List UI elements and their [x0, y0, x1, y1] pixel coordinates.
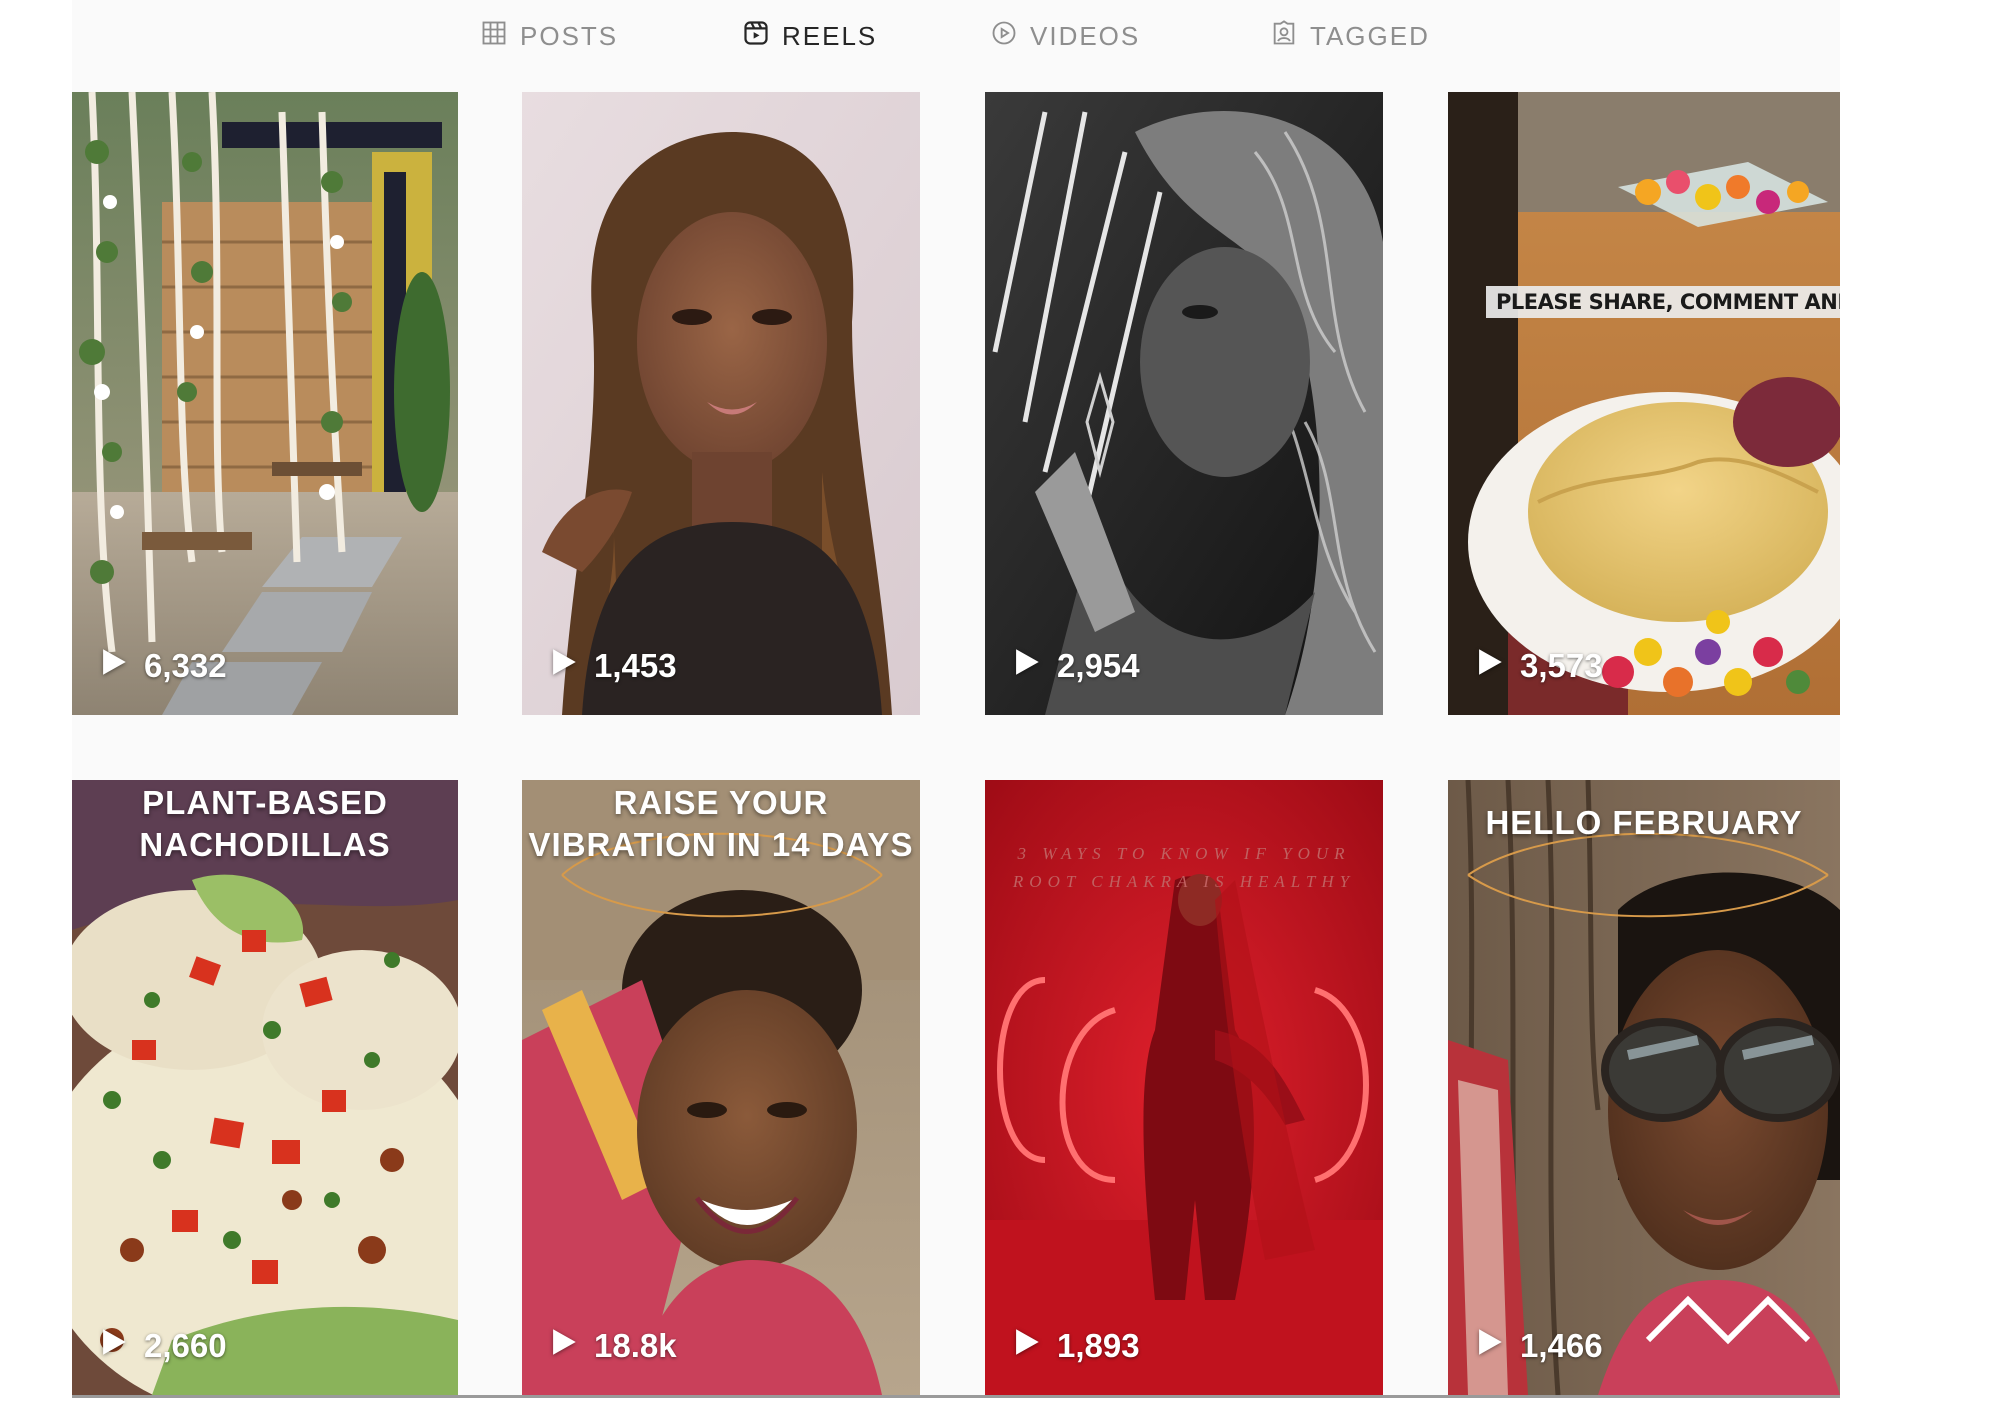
reel-thumbnail	[1448, 780, 1840, 1395]
view-count: 3,573	[1472, 645, 1603, 687]
reel-thumbnail	[1448, 92, 1840, 715]
play-icon	[1009, 645, 1043, 687]
reel-tile[interactable]: HELLO FEBRUARY 1,466	[1448, 780, 1840, 1395]
tab-tagged[interactable]: TAGGED	[1270, 14, 1430, 58]
reel-tile[interactable]: PLANT-BASED NACHODILLAS 2,660	[72, 780, 458, 1395]
reel-thumbnail	[522, 780, 920, 1395]
overlay-caption: PLANT-BASED NACHODILLAS	[139, 784, 391, 863]
view-count-value: 18.8k	[594, 1327, 677, 1364]
tab-posts[interactable]: POSTS	[480, 14, 618, 58]
view-count-value: 1,453	[594, 647, 677, 684]
play-icon	[96, 1325, 130, 1367]
view-count: 1,893	[1009, 1325, 1140, 1367]
overlay-caption: 3 WAYS TO KNOW IF YOUR ROOT CHAKRA IS HE…	[1012, 844, 1356, 891]
play-icon	[546, 1325, 580, 1367]
view-count: 1,453	[546, 645, 677, 687]
overlay-caption: PLEASE SHARE, COMMENT AND SAVE	[1486, 286, 1840, 318]
tab-label: POSTS	[520, 20, 619, 51]
overlay-caption: RAISE YOUR VIBRATION IN 14 DAYS	[528, 784, 914, 863]
view-count: 18.8k	[546, 1325, 677, 1367]
view-count-value: 1,466	[1520, 1327, 1603, 1364]
play-icon	[1472, 1325, 1506, 1367]
reels-icon	[742, 19, 770, 54]
view-count: 1,466	[1472, 1325, 1603, 1367]
tagged-person-icon	[1270, 19, 1298, 54]
profile-tabs: POSTS REELS VIDEOS TAGGED	[72, 0, 1840, 72]
reel-tile[interactable]: 1,453	[522, 92, 920, 715]
tab-videos[interactable]: VIDEOS	[990, 14, 1140, 58]
tab-label: REELS	[782, 20, 878, 51]
tab-label: TAGGED	[1310, 20, 1430, 51]
play-icon	[96, 645, 130, 687]
reel-tile[interactable]: 6,332	[72, 92, 458, 715]
tab-label: VIDEOS	[1030, 20, 1141, 51]
view-count: 6,332	[96, 645, 227, 687]
play-circle-icon	[990, 19, 1018, 54]
reel-tile[interactable]: 3 WAYS TO KNOW IF YOUR ROOT CHAKRA IS HE…	[985, 780, 1383, 1395]
reel-tile[interactable]: PLEASE SHARE, COMMENT AND SAVE 3,573	[1448, 92, 1840, 715]
play-icon	[546, 645, 580, 687]
view-count: 2,660	[96, 1325, 227, 1367]
profile-page: POSTS REELS VIDEOS TAGGED 6,332 1,453 2,…	[0, 0, 2000, 1414]
view-count-value: 6,332	[144, 647, 227, 684]
play-icon	[1009, 1325, 1043, 1367]
play-icon	[1472, 645, 1506, 687]
view-count: 2,954	[1009, 645, 1140, 687]
reel-thumbnail	[72, 780, 458, 1395]
view-count-value: 3,573	[1520, 647, 1603, 684]
view-count-value: 2,954	[1057, 647, 1140, 684]
reel-tile[interactable]: 2,954	[985, 92, 1383, 715]
tab-reels[interactable]: REELS	[742, 14, 877, 58]
view-count-value: 1,893	[1057, 1327, 1140, 1364]
reel-thumbnail	[72, 92, 458, 715]
view-count-value: 2,660	[144, 1327, 227, 1364]
overlay-caption: HELLO FEBRUARY	[1485, 804, 1803, 841]
reel-thumbnail	[985, 92, 1383, 715]
divider	[72, 1395, 1840, 1398]
grid-icon	[480, 19, 508, 54]
reel-thumbnail	[522, 92, 920, 715]
reel-tile[interactable]: RAISE YOUR VIBRATION IN 14 DAYS 18.8k	[522, 780, 920, 1395]
